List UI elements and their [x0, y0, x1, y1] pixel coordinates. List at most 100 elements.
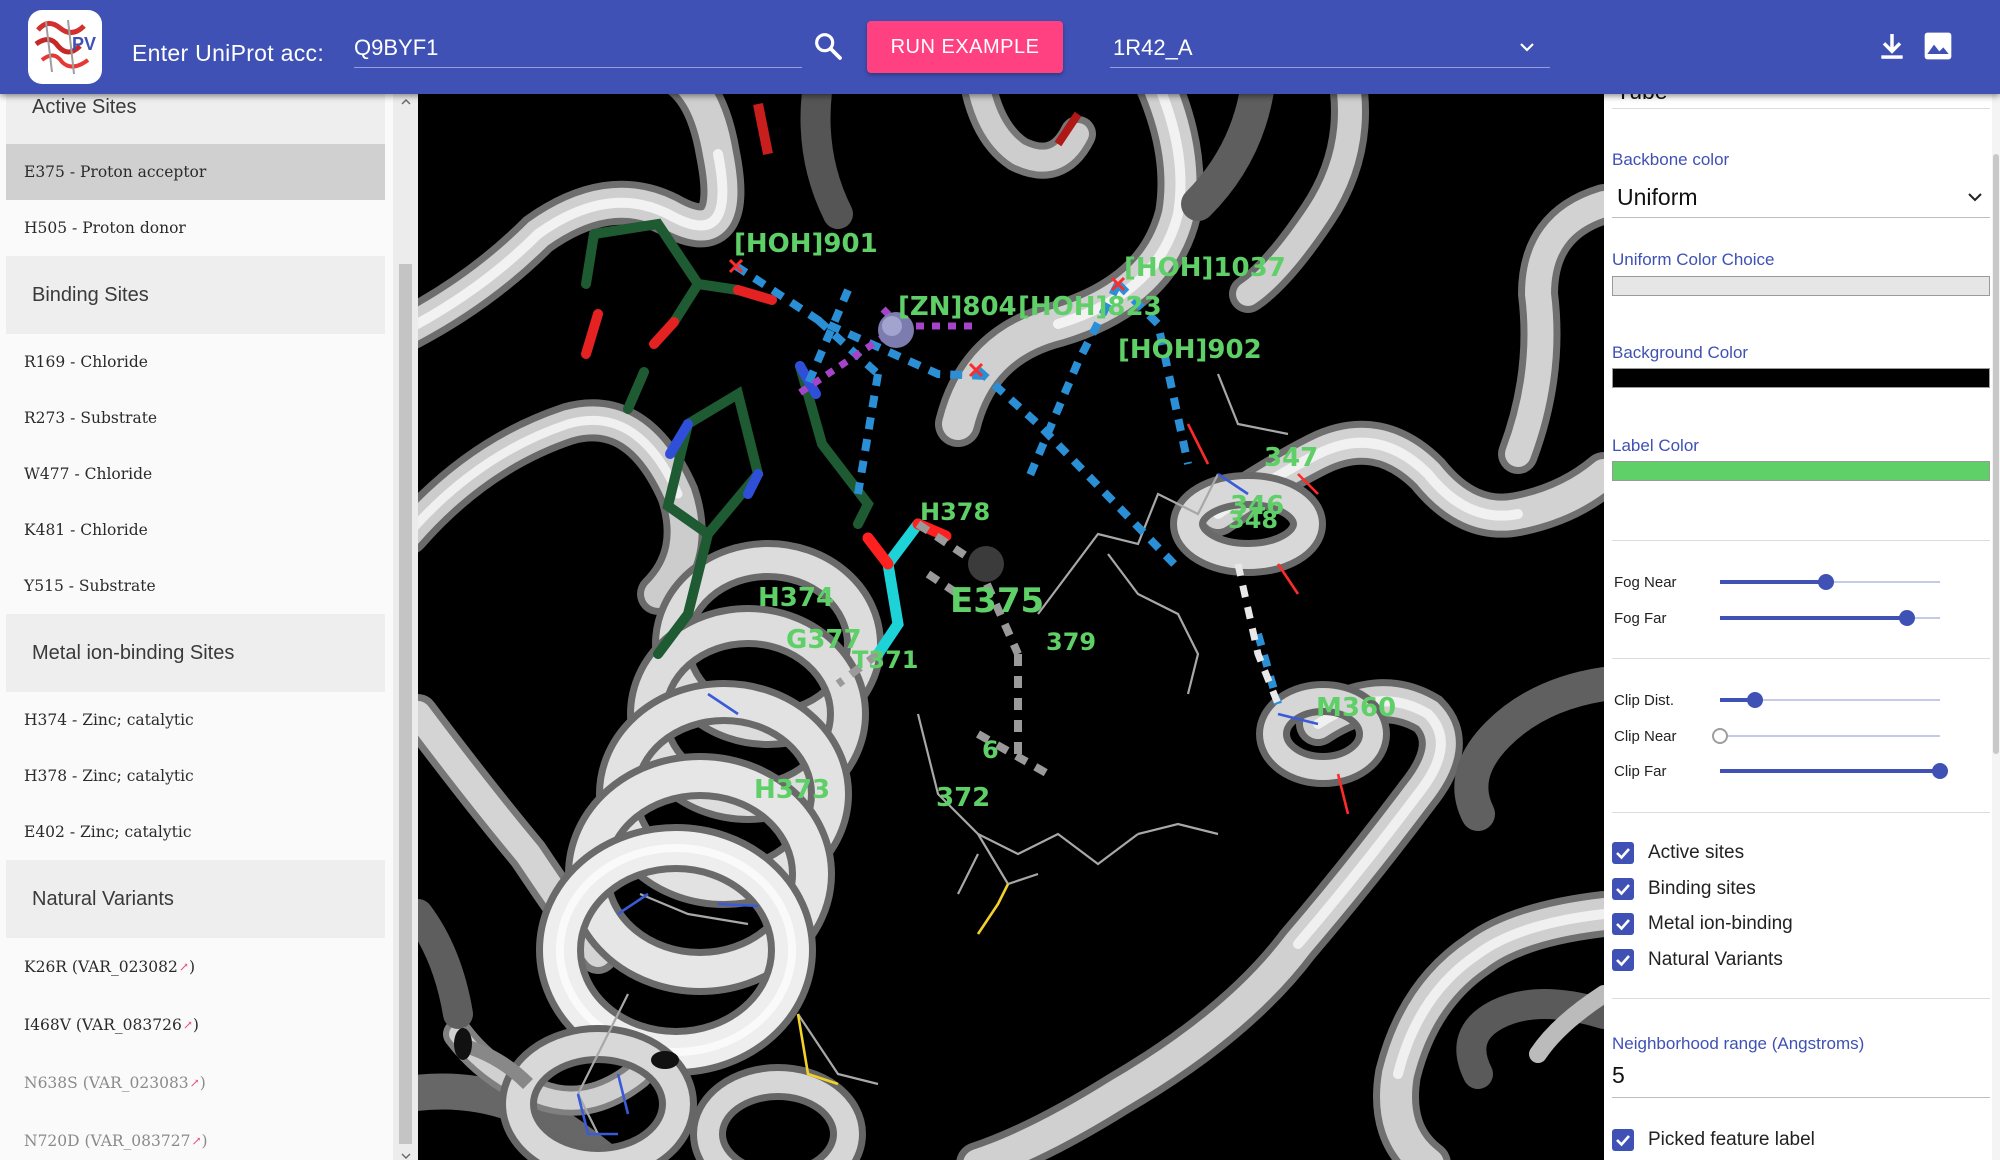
- section-natural-variants: Natural Variants: [6, 860, 385, 938]
- label-hoh901: [HOH]901: [734, 229, 878, 259]
- uniform-color-label: Uniform Color Choice: [1612, 250, 1775, 269]
- list-item-h378[interactable]: H378 - Zinc; catalytic: [6, 748, 385, 804]
- slider-fill: [1720, 580, 1826, 584]
- app-header: PV Enter UniProt acc: RUN EXAMPLE 1R42_A: [0, 0, 2000, 94]
- checkbox-icon[interactable]: [1612, 949, 1634, 971]
- label-t371: T371: [852, 646, 918, 674]
- slider-thumb[interactable]: [1712, 728, 1728, 744]
- neighborhood-range-input[interactable]: 5: [1612, 1058, 1990, 1098]
- scroll-down-icon[interactable]: [401, 1148, 411, 1159]
- search-icon[interactable]: [812, 30, 844, 62]
- fog-far-slider[interactable]: [1720, 608, 1940, 628]
- run-example-button[interactable]: RUN EXAMPLE: [867, 21, 1063, 73]
- list-item-h505[interactable]: H505 - Proton donor: [6, 200, 385, 256]
- pdb-chain-select[interactable]: 1R42_A: [1110, 28, 1550, 68]
- variant-label: I468V (VAR_083726: [24, 1016, 182, 1034]
- list-item-n638s[interactable]: N638S (VAR_023083 ↗): [6, 1054, 385, 1112]
- label-e375: E375: [950, 581, 1044, 621]
- variant-label: N720D (VAR_083727: [24, 1132, 191, 1150]
- external-link-icon[interactable]: ↗: [191, 1134, 201, 1148]
- sidebar-scroll-thumb[interactable]: [399, 264, 412, 1144]
- clip-far-label: Clip Far: [1614, 763, 1667, 780]
- slider-thumb[interactable]: [1817, 574, 1834, 590]
- settings-panel: Tube Backbone color Uniform Uniform Colo…: [1604, 94, 2000, 1160]
- uniprot-acc-input[interactable]: [354, 28, 802, 68]
- slider-thumb[interactable]: [1932, 763, 1948, 779]
- backbone-color-value: Uniform: [1617, 184, 1698, 210]
- download-icon[interactable]: [1876, 30, 1908, 62]
- divider: [1612, 812, 1990, 813]
- checkbox-natural-variants[interactable]: Natural Variants: [1612, 946, 1783, 974]
- label-m360: M360: [1316, 693, 1396, 723]
- panel-scrollbar[interactable]: [1992, 94, 2000, 1160]
- label-color-swatch[interactable]: [1612, 461, 1990, 481]
- checkbox-icon[interactable]: [1612, 842, 1634, 864]
- list-item-y515[interactable]: Y515 - Substrate: [6, 558, 385, 614]
- backbone-color-label: Backbone color: [1612, 150, 1730, 169]
- image-icon[interactable]: [1922, 30, 1954, 62]
- list-item-n720d[interactable]: N720D (VAR_083727 ↗): [6, 1112, 385, 1160]
- label-g377: G377: [786, 625, 862, 655]
- label-h378: H378: [920, 498, 990, 526]
- structure-viewer-canvas[interactable]: [HOH]901 [HOH]1037 [ZN]804 [HOH]823 [HOH…: [418, 94, 1604, 1160]
- slider-thumb[interactable]: [1747, 692, 1764, 708]
- fog-near-slider[interactable]: [1720, 572, 1940, 592]
- background-color-swatch[interactable]: [1612, 368, 1990, 388]
- divider: [1612, 108, 1990, 109]
- background-color-label: Background Color: [1612, 343, 1749, 362]
- scroll-up-icon[interactable]: [401, 94, 411, 105]
- list-item-r169[interactable]: R169 - Chloride: [6, 334, 385, 390]
- checkbox-icon[interactable]: [1612, 913, 1634, 935]
- protein-render: [HOH]901 [HOH]1037 [ZN]804 [HOH]823 [HOH…: [418, 94, 1604, 1160]
- feature-list: Active Sites E375 - Proton acceptor H505…: [6, 94, 385, 1160]
- chevron-down-icon: [1518, 38, 1536, 56]
- list-item-k481[interactable]: K481 - Chloride: [6, 502, 385, 558]
- label-hoh1037: [HOH]1037: [1124, 253, 1286, 283]
- label-h374: H374: [758, 583, 834, 613]
- backbone-color-select[interactable]: Uniform: [1612, 176, 1990, 218]
- list-item-r273[interactable]: R273 - Substrate: [6, 390, 385, 446]
- label-347: 347: [1264, 443, 1318, 473]
- fog-far-label: Fog Far: [1614, 610, 1667, 627]
- checkbox-picked-feature-label[interactable]: Picked feature label: [1612, 1126, 1815, 1154]
- checkbox-label: Metal ion-binding: [1648, 913, 1793, 934]
- clip-dist-slider[interactable]: [1720, 690, 1940, 710]
- uniform-color-swatch[interactable]: [1612, 276, 1990, 296]
- list-item-e375[interactable]: E375 - Proton acceptor: [6, 144, 385, 200]
- section-binding-sites: Binding Sites: [6, 256, 385, 334]
- checkbox-metal-ion-binding[interactable]: Metal ion-binding: [1612, 910, 1793, 938]
- feature-sidebar: Active Sites E375 - Proton acceptor H505…: [0, 94, 393, 1160]
- clip-far-slider[interactable]: [1720, 761, 1948, 781]
- external-link-icon[interactable]: ↗: [179, 960, 189, 974]
- checkbox-active-sites[interactable]: Active sites: [1612, 839, 1744, 867]
- checkbox-label: Binding sites: [1648, 878, 1756, 899]
- sidebar-scrollbar[interactable]: [393, 94, 418, 1160]
- checkbox-binding-sites[interactable]: Binding sites: [1612, 875, 1756, 903]
- checkbox-label: Picked feature label: [1648, 1129, 1815, 1150]
- list-item-e402[interactable]: E402 - Zinc; catalytic: [6, 804, 385, 860]
- clip-dist-label: Clip Dist.: [1614, 692, 1675, 709]
- representation-value[interactable]: Tube: [1616, 94, 1668, 105]
- divider: [1612, 998, 1990, 999]
- clip-near-slider[interactable]: [1712, 726, 1940, 746]
- variant-close-paren: ): [192, 1016, 199, 1034]
- clip-near-label: Clip Near: [1614, 728, 1677, 745]
- checkbox-label: Natural Variants: [1648, 949, 1783, 970]
- checkbox-icon[interactable]: [1612, 878, 1634, 900]
- list-item-w477[interactable]: W477 - Chloride: [6, 446, 385, 502]
- list-item-h374[interactable]: H374 - Zinc; catalytic: [6, 692, 385, 748]
- variant-label: K26R (VAR_023082: [24, 958, 178, 976]
- list-item-i468v[interactable]: I468V (VAR_083726 ↗): [6, 996, 385, 1054]
- label-color-label: Label Color: [1612, 436, 1699, 455]
- variant-close-paren: ): [201, 1132, 208, 1150]
- external-link-icon[interactable]: ↗: [183, 1018, 193, 1032]
- slider-fill: [1720, 769, 1940, 773]
- divider: [1612, 540, 1990, 541]
- panel-scroll-thumb[interactable]: [1993, 154, 1999, 754]
- external-link-icon[interactable]: ↗: [190, 1076, 200, 1090]
- list-item-k26r[interactable]: K26R (VAR_023082 ↗): [6, 938, 385, 996]
- checkbox-icon[interactable]: [1612, 1129, 1634, 1151]
- variant-close-paren: ): [199, 1074, 206, 1092]
- slider-thumb[interactable]: [1899, 610, 1915, 626]
- label-379: 379: [1046, 628, 1096, 656]
